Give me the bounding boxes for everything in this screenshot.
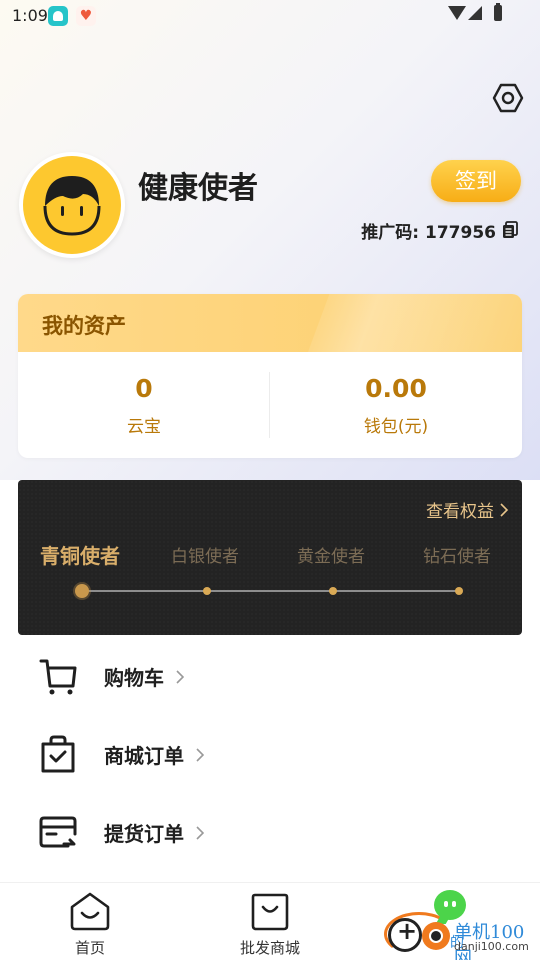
assets-card: 我的资产 0 云宝 0.00 钱包(元) [18,294,522,458]
signin-button[interactable]: 签到 [431,160,521,202]
level-gold: 黄金使者 [297,547,365,567]
watermark-title: 单机100网 [454,922,525,960]
chevron-right-icon [176,669,184,684]
signal-icon [468,6,482,20]
menu-item-cart[interactable]: 购物车 [0,646,540,706]
battery-icon [494,3,502,21]
promo-code-text: 推广码: 177956 [361,222,496,243]
wifi-icon [448,6,466,20]
shopping-bag-icon [251,893,289,931]
copy-icon[interactable] [502,221,518,239]
level-dot [455,587,463,595]
membership-level-card: 查看权益 青铜使者 白银使者 黄金使者 钻石使者 [18,480,522,635]
tab-label: 首页 [74,939,105,957]
level-progress-track [82,590,458,592]
menu-item-pickup-orders[interactable]: 提货订单 [0,802,540,862]
settings-button[interactable] [490,80,526,116]
level-dot [203,587,211,595]
asset-label: 钱包(元) [363,417,429,437]
menu-item-mall-orders[interactable]: 商城订单 [0,724,540,784]
order-bag-icon [41,735,75,773]
chevron-right-icon [196,747,204,762]
asset-wallet[interactable]: 0.00 钱包(元) [270,374,522,437]
tab-wholesale-mall[interactable]: 批发商城 [220,891,320,958]
tab-label: 批发商城 [239,939,300,957]
menu-item-label: 提货订单 [104,822,184,846]
asset-label: 云宝 [127,417,161,437]
view-benefits-link[interactable]: 查看权益 [426,497,508,522]
level-silver: 白银使者 [171,547,239,567]
level-diamond: 钻石使者 [423,547,491,567]
user-name: 健康使者 [138,171,258,206]
chat-bubble-icon [434,890,466,920]
assets-title: 我的资产 [42,314,126,338]
avatar-face-icon [23,156,121,254]
promo-code: 推广码: 177956 [361,218,518,243]
status-time: 1:09 [12,6,48,25]
asset-cloud-treasure[interactable]: 0 云宝 [18,374,270,437]
level-bronze: 青铜使者 [40,544,120,568]
chevron-right-icon [500,502,508,517]
app-notification-icon [48,6,68,26]
heart-app-icon: ♥ [76,6,96,26]
plus-circle-icon [388,917,422,952]
level-dot [329,587,337,595]
cart-icon [39,659,77,695]
status-bar: 1:09 ♥ [0,0,540,34]
pickup-order-icon [39,816,77,848]
watermark-logo: 的 单机100网 danji100.com [384,888,540,960]
home-icon [70,892,110,931]
asset-value: 0.00 [365,374,427,403]
menu-item-label: 购物车 [104,666,164,690]
assets-header: 我的资产 [18,294,522,352]
hexagon-settings-icon [492,83,524,113]
tab-home[interactable]: 首页 [40,891,140,958]
view-benefits-label: 查看权益 [426,502,494,522]
menu-item-label: 商城订单 [104,744,184,768]
avatar[interactable] [19,152,125,258]
watermark-url: danji100.com [454,940,529,953]
chevron-right-icon [196,825,204,840]
level-dot-current [75,584,89,598]
record-circle-icon [422,922,450,950]
asset-value: 0 [135,374,153,403]
